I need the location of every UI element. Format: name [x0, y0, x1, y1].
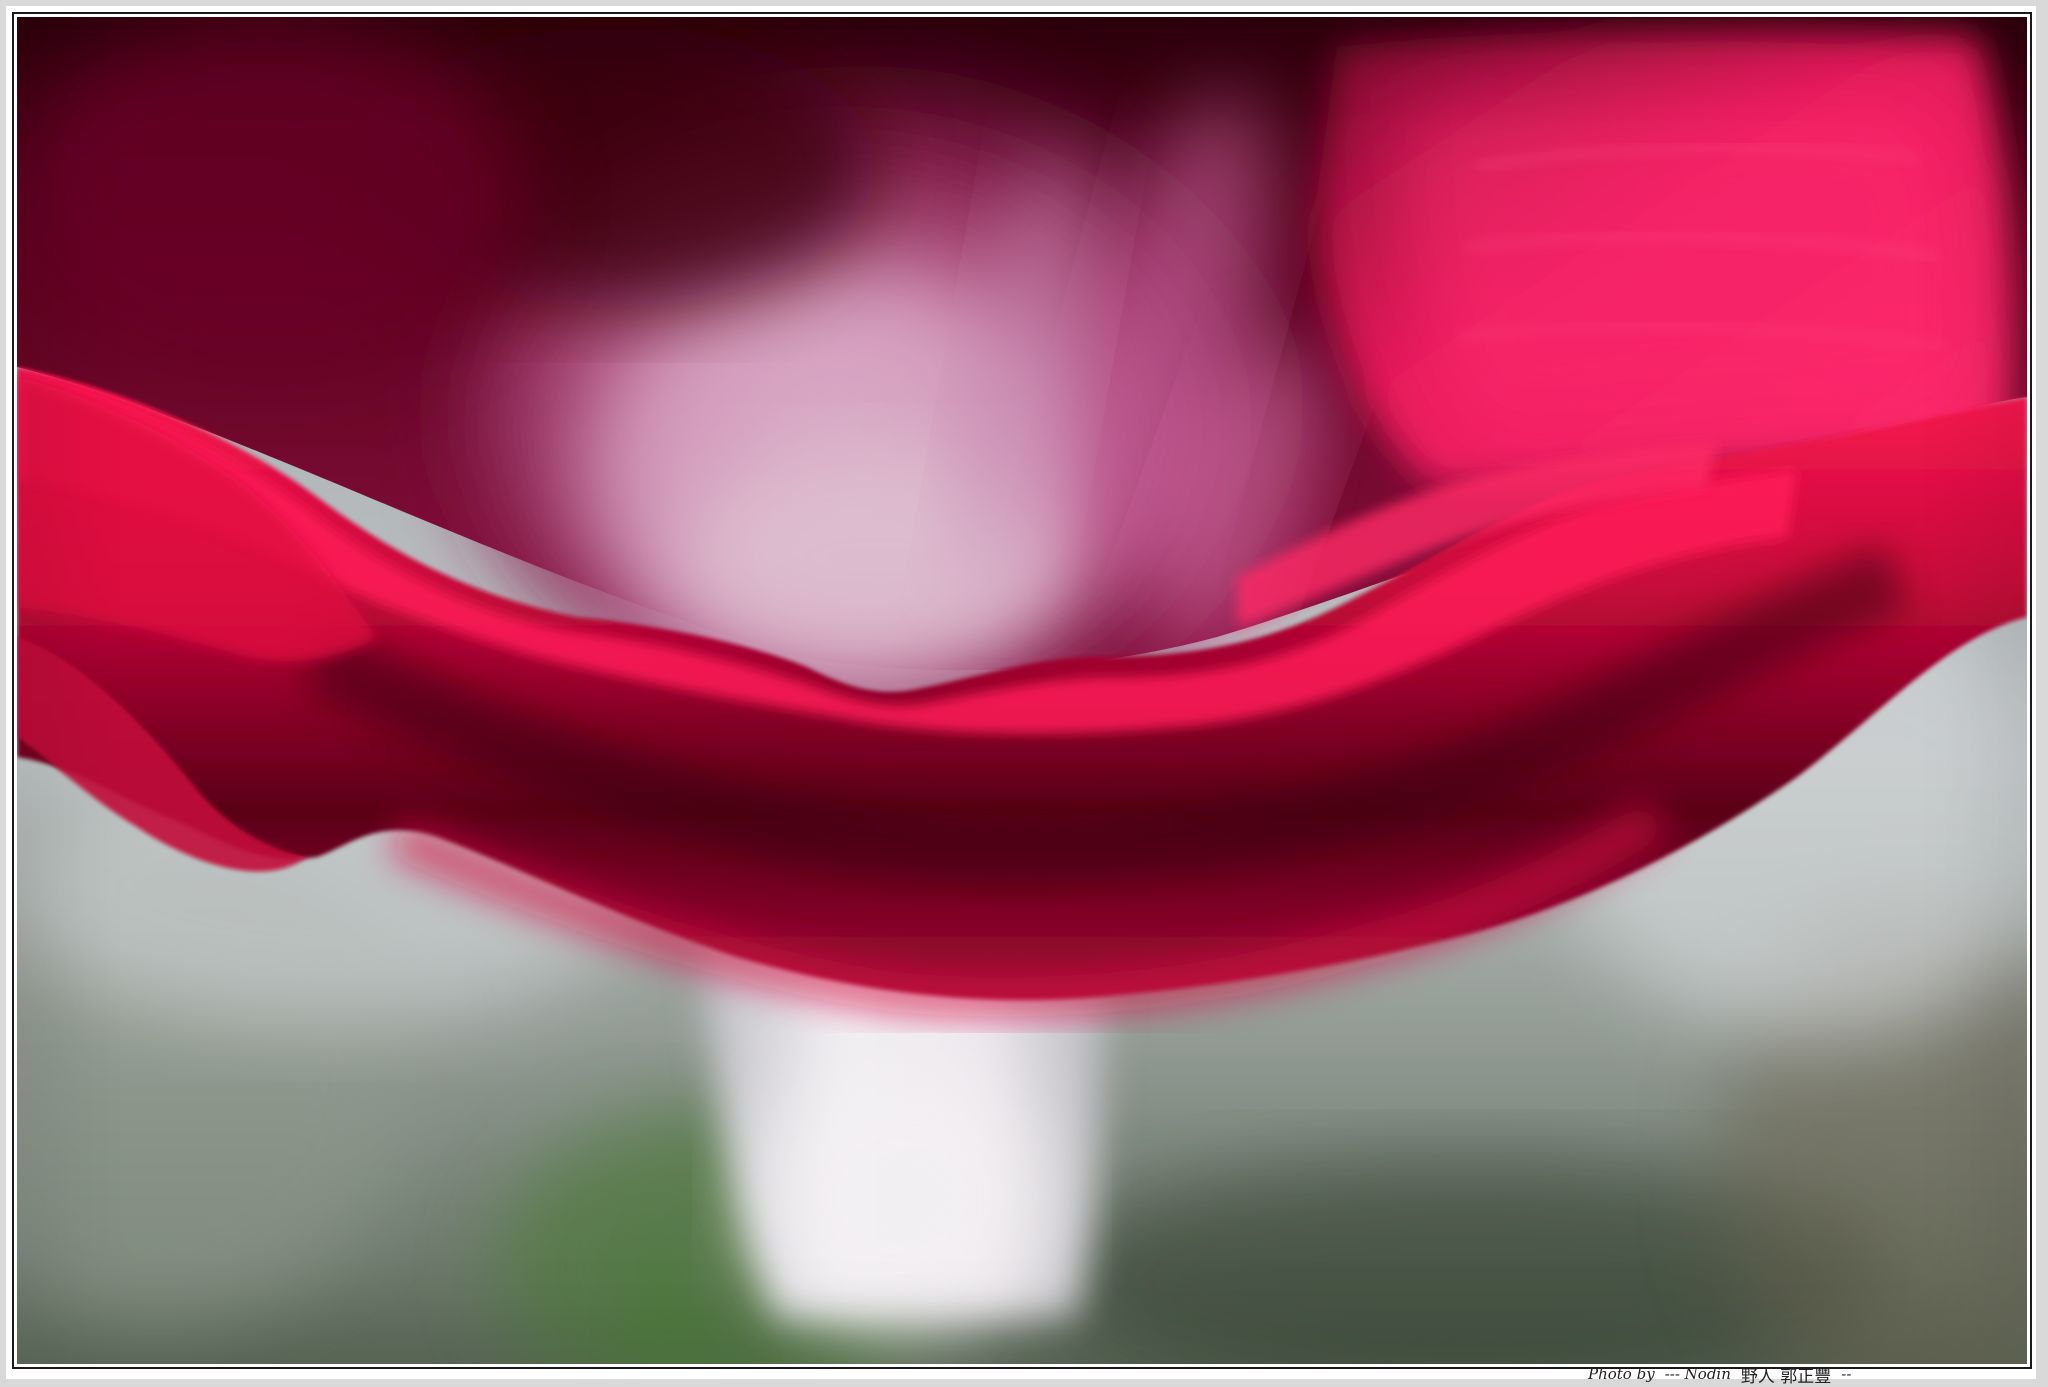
flower-photo-canvas: [17, 17, 2027, 1364]
photo-by-label: Photo by: [1588, 1365, 1655, 1383]
photographer-alias: --- Nodin: [1664, 1365, 1731, 1383]
photographer-name: 野人 郭正豐: [1740, 1366, 1832, 1387]
flower-petal-right: [1317, 30, 2011, 487]
photo-frame-outer: Photo by --- Nodin 野人 郭正豐 --: [0, 0, 2048, 1387]
flower-photograph: [17, 17, 2027, 1364]
photo-credit-caption: Photo by --- Nodin 野人 郭正豐 --: [1588, 1362, 1852, 1387]
caption-suffix: --: [1841, 1365, 1852, 1383]
